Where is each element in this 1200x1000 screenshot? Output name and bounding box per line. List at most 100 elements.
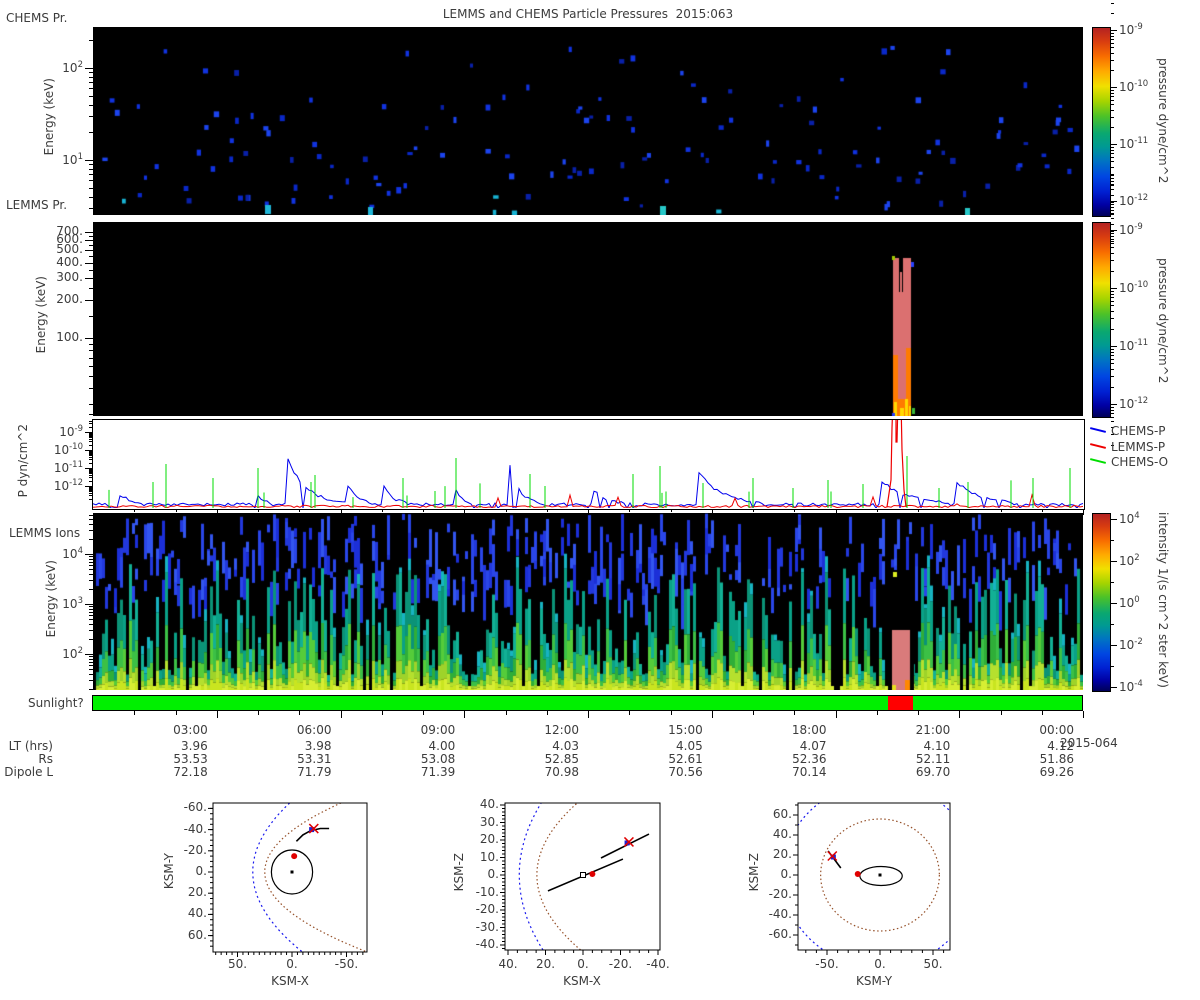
chems-p-line <box>93 458 1083 508</box>
axis-tick <box>85 250 93 252</box>
axis-tick <box>89 439 93 441</box>
axis-tick <box>89 316 93 318</box>
axis-tick <box>89 569 93 571</box>
axis-tick <box>89 104 93 106</box>
pressure-colorbar-2 <box>1092 222 1111 418</box>
time-tick-label: 09:00 <box>420 723 456 737</box>
axis-tick <box>89 477 93 479</box>
axis-tick <box>89 256 93 258</box>
axis-tick <box>89 470 93 472</box>
axis-tick <box>89 435 93 437</box>
axis-tick <box>1111 126 1114 128</box>
axis-tick <box>1111 293 1114 295</box>
axis-tick-label: 101 <box>62 152 83 167</box>
axis-tick <box>1111 174 1114 176</box>
axis-tick <box>89 168 93 170</box>
axis-tick <box>89 473 93 475</box>
axis-tick <box>85 654 93 655</box>
orbit-xtick-label: -50. <box>815 957 839 971</box>
axis-tick <box>175 509 177 512</box>
axis-tick <box>1111 195 1114 197</box>
orbit2-xlabel: KSM-X <box>563 974 601 988</box>
axis-tick <box>89 493 93 495</box>
axis-tick <box>89 623 93 625</box>
axis-tick <box>1111 421 1114 423</box>
ephemeris-value: 4.05 <box>676 739 703 753</box>
pressure-unit-label-1: pressure dyne/cm^2 <box>1156 58 1170 184</box>
axis-tick <box>89 669 93 671</box>
axis-tick <box>546 509 548 512</box>
axis-tick <box>89 288 93 290</box>
axis-tick <box>89 455 93 457</box>
axis-tick <box>1111 238 1114 240</box>
axis-tick <box>1111 177 1114 179</box>
axis-tick <box>89 638 93 640</box>
moon-position-marker <box>589 870 596 877</box>
axis-tick <box>753 509 754 512</box>
axis-tick <box>89 432 93 434</box>
time-tick-label: 15:00 <box>668 723 703 737</box>
ephemeris-value: 52.36 <box>792 752 827 766</box>
orbit-frame <box>212 802 368 953</box>
axis-tick <box>89 630 93 632</box>
axis-tick <box>1111 38 1114 40</box>
axis-tick <box>89 426 93 428</box>
axis-tick <box>89 437 93 439</box>
axis-tick <box>1111 645 1117 646</box>
axis-tick <box>89 680 93 682</box>
axis-tick <box>1111 109 1114 111</box>
sunlight-bar <box>92 695 1083 711</box>
axis-tick <box>89 451 93 453</box>
axis-tick <box>89 619 93 621</box>
ephemeris-row-label: Rs <box>38 752 53 766</box>
time-tick-label: 03:00 <box>173 723 208 737</box>
axis-tick <box>89 208 93 210</box>
date-rollover-label: 2015-064 <box>1060 736 1118 750</box>
axis-tick <box>1111 52 1114 54</box>
ephemeris-value: 71.39 <box>420 765 456 779</box>
axis-tick <box>1111 253 1114 255</box>
axis-tick <box>381 509 383 512</box>
axis-tick-label: 104 <box>62 546 83 561</box>
axis-tick <box>1111 232 1114 234</box>
orbit-ytick-label: 30. <box>479 814 499 829</box>
axis-tick <box>89 132 93 134</box>
axis-tick <box>381 711 383 715</box>
intensity-colorbar <box>1092 513 1111 692</box>
axis-tick <box>89 523 93 525</box>
colorbar-tick-label: 10-10 <box>1119 280 1149 295</box>
axis-tick <box>1111 406 1114 408</box>
ephemeris-value: 70.56 <box>668 765 703 779</box>
axis-tick <box>89 444 93 446</box>
bow-shock-curve <box>518 803 544 950</box>
axis-tick <box>89 88 93 90</box>
axis-tick <box>89 452 93 454</box>
time-tick-label: 21:00 <box>915 723 951 737</box>
axis-tick <box>959 509 961 515</box>
orbit-ytick-label: -60. <box>768 927 792 941</box>
axis-tick <box>1111 311 1114 313</box>
orbit-ytick-label: 40. <box>772 827 792 841</box>
orbit-frame <box>797 802 951 951</box>
axis-tick <box>1041 509 1043 512</box>
axis-tick <box>1083 711 1084 718</box>
magnetopause-curve <box>264 803 366 952</box>
axis-tick <box>505 711 507 715</box>
axis-tick <box>1111 230 1117 231</box>
ephemeris-row-label: LT (hrs) <box>8 739 53 753</box>
ephemeris-value: 3.98 <box>304 739 332 753</box>
ephemeris-value: 69.26 <box>1039 765 1074 779</box>
ephemeris-value: 69.70 <box>915 765 951 779</box>
orbit1-xlabel: KSM-X <box>271 974 309 988</box>
axis-tick <box>1111 561 1117 562</box>
orbit-xtick-label: -40. <box>646 957 670 971</box>
axis-tick <box>1111 32 1114 34</box>
axis-tick <box>89 498 93 500</box>
axis-tick <box>134 509 136 512</box>
ephemeris-value: 72.18 <box>173 765 208 779</box>
axis-tick <box>89 413 93 415</box>
axis-tick <box>89 72 93 74</box>
ephemeris-row-label: Dipole L <box>4 765 53 779</box>
axis-tick <box>89 488 93 490</box>
axis-tick <box>89 164 93 166</box>
